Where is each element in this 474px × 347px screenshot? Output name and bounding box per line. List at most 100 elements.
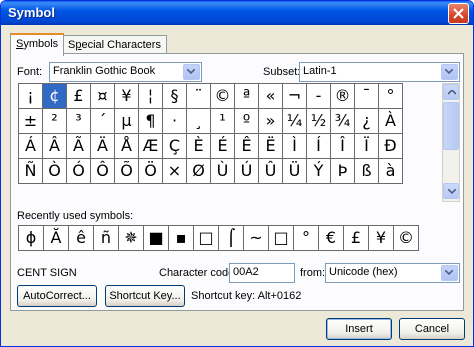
symbol-cell[interactable]: Å [115, 134, 139, 159]
symbol-cell[interactable]: Ç [163, 134, 187, 159]
symbol-cell[interactable]: » [259, 109, 283, 134]
symbol-cell[interactable]: È [187, 134, 211, 159]
from-select[interactable]: Unicode (hex) [325, 263, 460, 283]
recent-symbol-cell[interactable]: ✵ [119, 226, 144, 251]
symbol-cell[interactable]: Æ [139, 134, 163, 159]
symbol-cell[interactable]: Í [307, 134, 331, 159]
symbol-cell[interactable]: Ò [43, 159, 67, 184]
symbol-cell[interactable]: à [379, 159, 403, 184]
symbol-cell[interactable]: À [379, 109, 403, 134]
recent-symbol-cell[interactable]: □ [269, 226, 294, 251]
symbol-cell[interactable]: × [163, 159, 187, 184]
symbol-cell[interactable]: Ù [211, 159, 235, 184]
symbol-cell[interactable]: ¦ [139, 84, 163, 109]
font-dropdown-button[interactable] [183, 64, 200, 80]
recent-symbol-cell[interactable]: ê [69, 226, 94, 251]
symbol-cell[interactable]: É [211, 134, 235, 159]
symbol-cell[interactable]: ª [235, 84, 259, 109]
symbol-cell[interactable]: ° [379, 84, 403, 109]
tab-symbols[interactable]: Symbols [10, 33, 65, 56]
cancel-button[interactable]: Cancel [399, 318, 465, 340]
shortcut-key-button[interactable]: Shortcut Key... [105, 285, 185, 307]
symbol-cell[interactable]: ¥ [115, 84, 139, 109]
symbol-cell[interactable]: ± [19, 109, 43, 134]
symbol-cell[interactable]: § [163, 84, 187, 109]
recent-symbol-cell[interactable]: ~ [244, 226, 269, 251]
recent-symbol-cell[interactable]: € [319, 226, 344, 251]
symbol-cell[interactable]: Ï [355, 134, 379, 159]
from-dropdown-button[interactable] [441, 265, 458, 281]
symbol-cell[interactable]: ² [43, 109, 67, 134]
symbol-cell[interactable]: Õ [115, 159, 139, 184]
symbol-cell[interactable]: « [259, 84, 283, 109]
recent-symbol-cell[interactable]: ° [294, 226, 319, 251]
font-select[interactable]: Franklin Gothic Book [49, 62, 202, 82]
symbol-cell[interactable]: ¿ [355, 109, 379, 134]
symbol-cell[interactable]: ´ [91, 109, 115, 134]
symbol-cell[interactable]: º [235, 109, 259, 134]
symbol-cell[interactable]: © [211, 84, 235, 109]
recent-symbol-cell[interactable]: £ [344, 226, 369, 251]
recent-symbol-cell[interactable]: ■ [144, 226, 169, 251]
recent-symbol-cell[interactable]: Ă [44, 226, 69, 251]
symbol-cell[interactable]: Â [43, 134, 67, 159]
recent-symbol-cell[interactable]: ɸ [19, 226, 44, 251]
recent-symbol-cell[interactable]: □ [194, 226, 219, 251]
symbol-cell[interactable]: Ã [67, 134, 91, 159]
symbol-grid-scrollbar[interactable] [442, 83, 460, 202]
symbol-cell[interactable]: ³ [67, 109, 91, 134]
symbol-cell[interactable]: Ú [235, 159, 259, 184]
chevron-down-icon [187, 69, 195, 74]
symbol-cell[interactable]: Ë [259, 134, 283, 159]
chevron-down-icon [445, 69, 453, 74]
tab-special-characters[interactable]: Special Characters [62, 35, 167, 54]
symbol-cell[interactable]: Ý [307, 159, 331, 184]
symbol-cell[interactable]: Ó [67, 159, 91, 184]
symbol-cell[interactable]: ¡ [19, 84, 43, 109]
symbol-cell[interactable]: Ô [91, 159, 115, 184]
symbol-cell[interactable]: Á [19, 134, 43, 159]
symbol-cell[interactable]: ¾ [331, 109, 355, 134]
symbol-cell[interactable]: ¯ [355, 84, 379, 109]
symbol-cell[interactable]: · [163, 109, 187, 134]
symbol-cell[interactable]: ¨ [187, 84, 211, 109]
symbol-cell[interactable]: ® [331, 84, 355, 109]
symbol-cell[interactable]: Ð [379, 134, 403, 159]
recent-symbol-cell[interactable]: ñ [94, 226, 119, 251]
recent-symbol-cell[interactable]: ⌠ [219, 226, 244, 251]
symbol-cell[interactable]: ¹ [211, 109, 235, 134]
symbol-cell[interactable]: ¸ [187, 109, 211, 134]
recent-symbol-cell[interactable]: © [394, 226, 419, 251]
recent-symbol-cell[interactable]: ▪ [169, 226, 194, 251]
symbol-cell[interactable]: ½ [307, 109, 331, 134]
symbol-cell[interactable]: - [307, 84, 331, 109]
symbol-cell[interactable]: Ü [283, 159, 307, 184]
scrollbar-thumb[interactable] [443, 102, 459, 150]
symbol-cell[interactable]: Ö [139, 159, 163, 184]
close-button[interactable] [448, 3, 469, 24]
recent-symbol-cell[interactable]: ¥ [369, 226, 394, 251]
symbol-cell[interactable]: Ñ [19, 159, 43, 184]
symbol-cell[interactable]: µ [115, 109, 139, 134]
symbol-cell[interactable]: Î [331, 134, 355, 159]
autocorrect-button[interactable]: AutoCorrect... [17, 285, 97, 307]
symbol-cell[interactable]: Û [259, 159, 283, 184]
symbol-cell[interactable]: Ì [283, 134, 307, 159]
symbol-cell[interactable]: ¤ [91, 84, 115, 109]
symbol-cell[interactable]: ¶ [139, 109, 163, 134]
symbol-cell[interactable]: ¢ [43, 84, 67, 109]
scroll-down-button[interactable] [443, 183, 459, 199]
insert-button[interactable]: Insert [326, 318, 392, 340]
scroll-up-button[interactable] [443, 84, 459, 100]
subset-select[interactable]: Latin-1 [299, 62, 460, 82]
symbol-cell[interactable]: ß [355, 159, 379, 184]
character-code-input[interactable]: 00A2 [229, 263, 295, 283]
symbol-cell[interactable]: Þ [331, 159, 355, 184]
symbol-cell[interactable]: Ø [187, 159, 211, 184]
symbol-cell[interactable]: ¬ [283, 84, 307, 109]
symbol-cell[interactable]: £ [67, 84, 91, 109]
symbol-cell[interactable]: ¼ [283, 109, 307, 134]
subset-dropdown-button[interactable] [441, 64, 458, 80]
symbol-cell[interactable]: Ê [235, 134, 259, 159]
symbol-cell[interactable]: Ä [91, 134, 115, 159]
